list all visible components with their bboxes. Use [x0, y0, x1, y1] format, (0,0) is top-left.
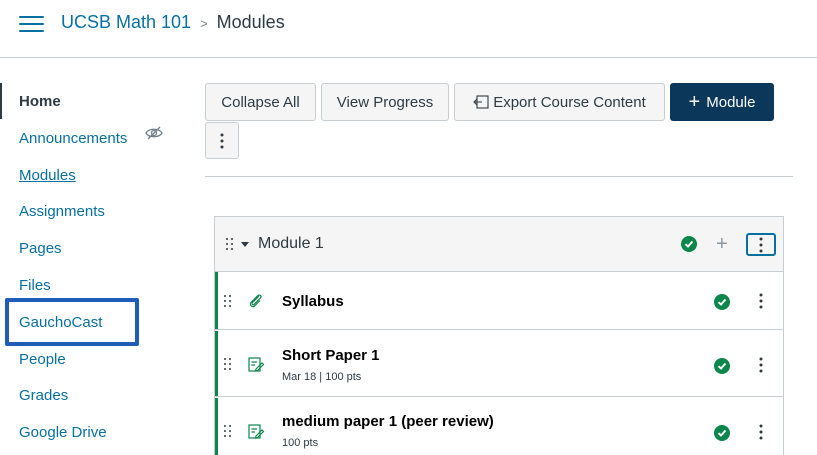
sidebar-item-people[interactable]: People	[19, 351, 66, 368]
export-course-content-label: Export Course Content	[493, 93, 646, 111]
kebab-icon	[759, 357, 763, 373]
module-item-short-paper-1[interactable]: Short Paper 1 Mar 18 | 100 pts	[215, 331, 783, 397]
drag-handle-icon[interactable]	[224, 358, 232, 372]
view-progress-button[interactable]: View Progress	[321, 83, 449, 121]
item-meta: 100 pts	[282, 437, 319, 449]
item-title[interactable]: Short Paper 1	[282, 347, 380, 364]
drag-handle-icon[interactable]	[224, 425, 232, 439]
check-circle-icon	[681, 236, 697, 252]
item-meta: Mar 18 | 100 pts	[282, 371, 362, 383]
add-module-label: Module	[706, 93, 756, 111]
module-item-medium-paper-1[interactable]: medium paper 1 (peer review) 100 pts	[215, 398, 783, 455]
active-nav-indicator	[0, 83, 2, 119]
sidebar-item-pages[interactable]: Pages	[19, 240, 62, 257]
sidebar-item-assignments[interactable]: Assignments	[19, 203, 105, 220]
sidebar-item-home[interactable]: Home	[19, 93, 61, 110]
breadcrumb-current-page: Modules	[216, 12, 285, 32]
sidebar-item-grades[interactable]: Grades	[19, 387, 68, 404]
collapse-all-label: Collapse All	[221, 93, 300, 111]
kebab-icon	[759, 237, 763, 252]
sidebar-item-gauchocast[interactable]: GauchoCast	[19, 314, 102, 331]
item-title[interactable]: Syllabus	[282, 293, 344, 310]
hamburger-menu-icon[interactable]	[19, 14, 44, 34]
kebab-icon	[759, 293, 763, 309]
module-header[interactable]: Module 1 +	[215, 217, 783, 272]
top-header: UCSB Math 101 > Modules	[0, 0, 817, 58]
check-circle-icon	[714, 294, 730, 310]
eye-slash-icon	[145, 126, 163, 140]
completed-indicator-bar	[215, 331, 218, 396]
kebab-icon	[759, 424, 763, 440]
breadcrumb-course-link[interactable]: UCSB Math 101	[61, 12, 191, 33]
completed-indicator-bar	[215, 272, 218, 329]
module-container: Module 1 + Syllabus Short Paper 1 Mar 18…	[214, 216, 784, 455]
assignment-icon	[248, 424, 265, 439]
kebab-icon	[220, 133, 224, 148]
drag-handle-icon[interactable]	[226, 238, 234, 252]
export-course-content-button[interactable]: Export Course Content	[454, 83, 665, 121]
plus-icon: +	[688, 91, 701, 113]
export-icon	[473, 95, 489, 109]
module-options-button[interactable]	[746, 233, 776, 256]
add-item-plus-icon[interactable]: +	[716, 234, 728, 254]
item-options-button[interactable]	[755, 423, 767, 441]
more-options-button[interactable]	[205, 122, 239, 159]
attachment-icon	[249, 294, 262, 308]
module-title: Module 1	[258, 235, 324, 252]
sidebar-item-modules[interactable]: Modules	[19, 167, 76, 184]
drag-handle-icon[interactable]	[224, 295, 232, 309]
collapse-all-button[interactable]: Collapse All	[205, 83, 316, 121]
item-options-button[interactable]	[755, 292, 767, 310]
sidebar-item-announcements[interactable]: Announcements	[19, 130, 127, 147]
breadcrumb-separator: >	[200, 16, 208, 31]
sidebar-item-google-drive[interactable]: Google Drive	[19, 424, 107, 441]
module-item-syllabus[interactable]: Syllabus	[215, 272, 783, 330]
assignment-icon	[248, 357, 265, 372]
add-module-button[interactable]: + Module	[670, 83, 774, 121]
caret-down-icon[interactable]	[241, 242, 249, 247]
item-options-button[interactable]	[755, 356, 767, 374]
breadcrumb: UCSB Math 101 > Modules	[61, 12, 285, 33]
completed-indicator-bar	[215, 398, 218, 455]
check-circle-icon	[714, 358, 730, 374]
toolbar-divider	[205, 176, 793, 177]
sidebar-item-files[interactable]: Files	[19, 277, 51, 294]
check-circle-icon	[714, 425, 730, 441]
view-progress-label: View Progress	[336, 93, 434, 111]
item-title[interactable]: medium paper 1 (peer review)	[282, 413, 494, 430]
